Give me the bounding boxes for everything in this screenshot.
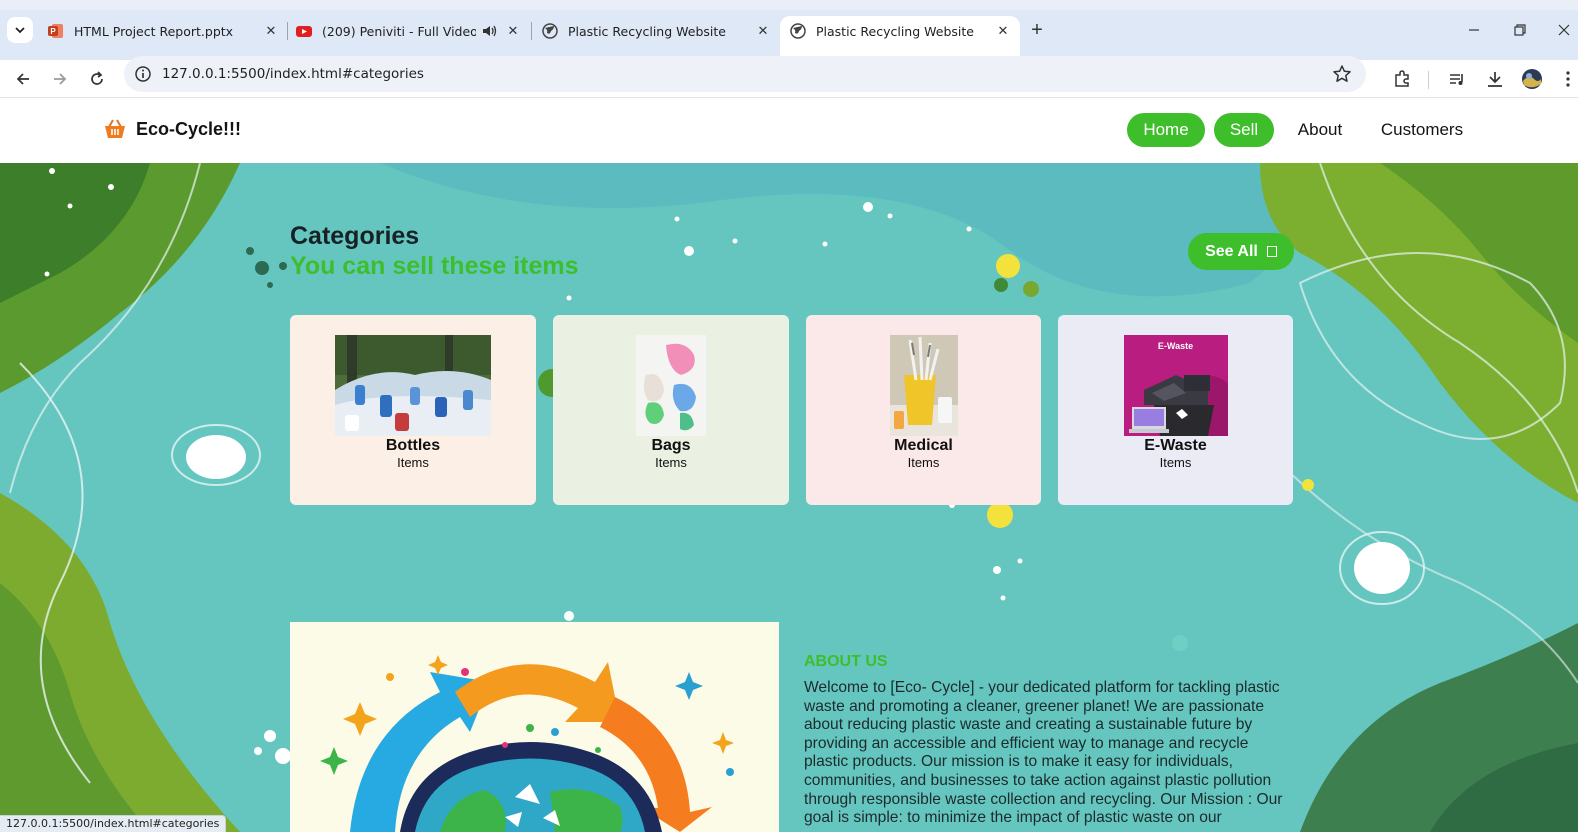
tab-title: Plastic Recycling Website [816, 23, 974, 39]
download-icon[interactable] [1482, 66, 1508, 92]
site-logo[interactable]: Eco-Cycle!!! [104, 118, 241, 140]
url-text: 127.0.0.1:5500/index.html#categories [162, 66, 424, 82]
see-all-button[interactable]: See All [1188, 233, 1294, 270]
category-sub: Items [907, 455, 940, 470]
category-sub: Items [397, 455, 429, 470]
ewaste-image: E-Waste [1123, 335, 1228, 436]
close-tab-icon[interactable]: ✕ [262, 22, 280, 40]
category-name: Bags [651, 437, 691, 454]
see-all-label: See All [1205, 242, 1258, 260]
globe-icon [790, 23, 806, 39]
close-tab-icon[interactable]: ✕ [754, 22, 772, 40]
site-header: Eco-Cycle!!! Home Sell About Customers [0, 98, 1578, 163]
browser-tab-strip: P HTML Project Report.pptx ✕ (209) Peniv… [0, 0, 1578, 60]
extensions-puzzle-icon[interactable] [1389, 66, 1415, 92]
electronics-pile-illustration [1128, 375, 1228, 436]
about-heading: ABOUT US [804, 653, 888, 670]
bookmark-star-icon[interactable] [1332, 64, 1352, 84]
browser-tab-4-active[interactable]: Plastic Recycling Website ✕ [780, 16, 1020, 60]
close-tab-icon[interactable]: ✕ [994, 22, 1012, 40]
reload-icon[interactable] [84, 66, 110, 92]
tab-title: Plastic Recycling Website [568, 23, 726, 39]
nav-about[interactable]: About [1284, 113, 1356, 147]
more-menu-icon[interactable] [1555, 66, 1578, 92]
site-info-icon[interactable] [134, 65, 152, 83]
tab-separator [531, 22, 532, 40]
category-name: E-Waste [1144, 437, 1207, 454]
decorative-blobs-illustration [0, 163, 1578, 832]
status-bar-url: 127.0.0.1:5500/index.html#categories [0, 815, 227, 832]
forward-arrow-icon[interactable] [47, 66, 73, 92]
categories-title: Categories [290, 222, 420, 250]
tab-title: HTML Project Report.pptx [74, 23, 234, 39]
category-sub: Items [655, 455, 687, 470]
category-name: Medical [894, 437, 953, 454]
category-card-bags[interactable]: Bags Items [553, 315, 789, 505]
youtube-icon [296, 26, 312, 37]
tab-title: (209) Peniviti - Full Video | A [322, 23, 476, 39]
speaker-icon[interactable] [482, 24, 498, 38]
missing-glyph-icon [1266, 246, 1277, 257]
bottles-image [335, 335, 491, 436]
browser-tab-3[interactable]: Plastic Recycling Website ✕ [542, 16, 772, 46]
media-queue-icon[interactable] [1444, 66, 1470, 92]
back-arrow-icon[interactable] [10, 66, 36, 92]
category-card-medical[interactable]: Medical Items [806, 315, 1041, 505]
minimize-window-icon[interactable] [1462, 18, 1486, 42]
nav-customers[interactable]: Customers [1368, 113, 1476, 147]
category-card-ewaste[interactable]: E-Waste E-Waste Items [1058, 315, 1293, 505]
about-paragraph: Welcome to [Eco- Cycle] - your dedicated… [804, 679, 1283, 829]
nav-sell[interactable]: Sell [1214, 113, 1274, 147]
profile-avatar[interactable] [1519, 66, 1545, 92]
tab-separator [287, 22, 288, 40]
svg-text:P: P [50, 27, 56, 36]
nav-home[interactable]: Home [1127, 113, 1205, 147]
brand-name: Eco-Cycle!!! [136, 118, 242, 139]
globe-icon [542, 23, 558, 39]
tab-search-button[interactable] [7, 17, 33, 43]
chevron-down-icon [15, 27, 25, 34]
hero-background [0, 163, 1578, 832]
new-tab-button[interactable]: + [1026, 19, 1048, 41]
close-window-icon[interactable] [1552, 18, 1576, 42]
category-card-bottles[interactable]: Bottles Items [290, 315, 536, 505]
category-name: Bottles [385, 437, 441, 454]
categories-subtitle: You can sell these items [290, 252, 579, 280]
toolbar-separator [1428, 71, 1429, 89]
medical-waste-image [889, 335, 958, 436]
browser-tab-1[interactable]: P HTML Project Report.pptx ✕ [48, 16, 280, 46]
recycle-arrows-illustration [290, 622, 779, 832]
browser-tab-2[interactable]: (209) Peniviti - Full Video | A ✕ [296, 16, 522, 46]
address-bar[interactable]: 127.0.0.1:5500/index.html#categories [124, 56, 1366, 92]
basket-icon [105, 119, 125, 138]
bags-image [636, 335, 706, 436]
category-sub: Items [1159, 455, 1192, 470]
powerpoint-icon: P [48, 24, 63, 38]
tab-strip-top [0, 0, 1578, 10]
close-tab-icon[interactable]: ✕ [504, 22, 522, 40]
recycling-globe-illustration [290, 622, 779, 832]
restore-window-icon[interactable] [1508, 18, 1532, 42]
